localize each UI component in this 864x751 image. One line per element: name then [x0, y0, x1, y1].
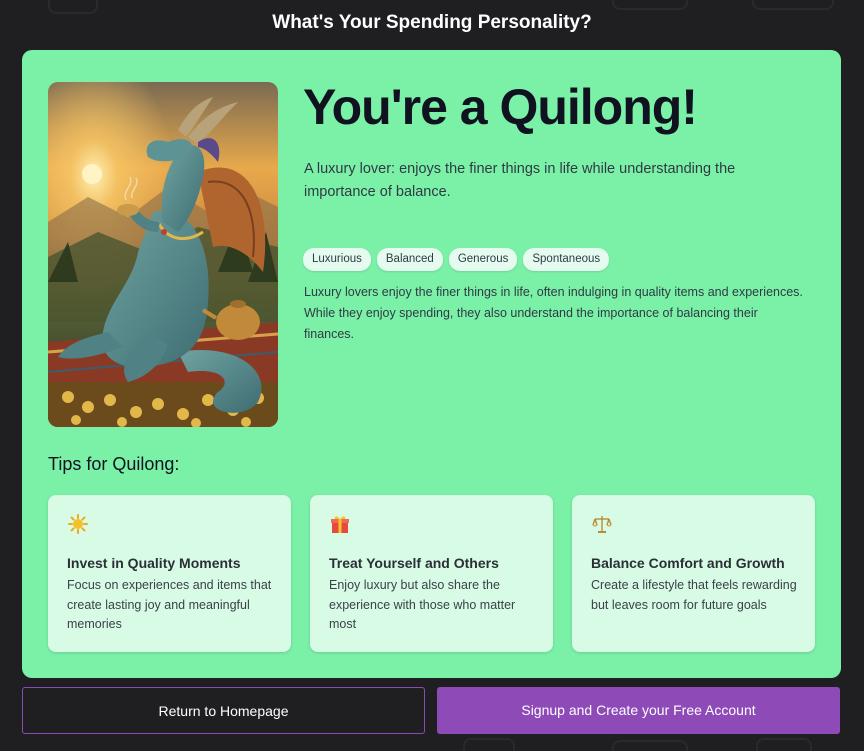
- background-decoration: [612, 0, 688, 10]
- trait-tags: Luxurious Balanced Generous Spontaneous: [303, 248, 610, 271]
- tip-title: Balance Comfort and Growth: [591, 555, 785, 571]
- tip-text: Focus on experiences and items that crea…: [67, 578, 272, 631]
- background-decoration: [463, 738, 515, 751]
- tip-card: Balance Comfort and Growth Create a life…: [572, 495, 815, 652]
- tip-text: Enjoy luxury but also share the experien…: [329, 578, 516, 631]
- result-title: You're a Quilong!: [303, 79, 698, 135]
- signup-button[interactable]: Signup and Create your Free Account: [437, 687, 840, 734]
- tip-card: Treat Yourself and Others Enjoy luxury b…: [310, 495, 553, 652]
- trait-tag: Generous: [448, 248, 518, 271]
- page-title: What's Your Spending Personality?: [272, 12, 592, 33]
- tip-title: Invest in Quality Moments: [67, 555, 241, 571]
- trait-tag: Balanced: [376, 248, 443, 271]
- return-to-homepage-button[interactable]: Return to Homepage: [22, 687, 425, 734]
- result-description: Luxury lovers enjoy the finer things in …: [304, 285, 803, 341]
- background-decoration: [752, 0, 834, 10]
- sun-icon: [67, 513, 89, 535]
- trait-tag: Spontaneous: [523, 248, 610, 271]
- quilong-dragon-image: [48, 82, 278, 427]
- background-decoration: [756, 738, 812, 751]
- page: What's Your Spending Personality? You're…: [0, 0, 864, 751]
- tip-title: Treat Yourself and Others: [329, 555, 499, 571]
- gift-icon: [329, 513, 351, 535]
- scales-icon: [591, 513, 613, 535]
- tips-heading: Tips for Quilong:: [48, 454, 180, 474]
- result-card: You're a Quilong! A luxury lover: enjoys…: [22, 50, 841, 678]
- tip-card: Invest in Quality Moments Focus on exper…: [48, 495, 291, 652]
- result-tagline: A luxury lover: enjoys the finer things …: [304, 161, 736, 200]
- trait-tag: Luxurious: [303, 248, 371, 271]
- background-decoration: [612, 740, 688, 751]
- tip-text: Create a lifestyle that feels rewarding …: [591, 578, 797, 612]
